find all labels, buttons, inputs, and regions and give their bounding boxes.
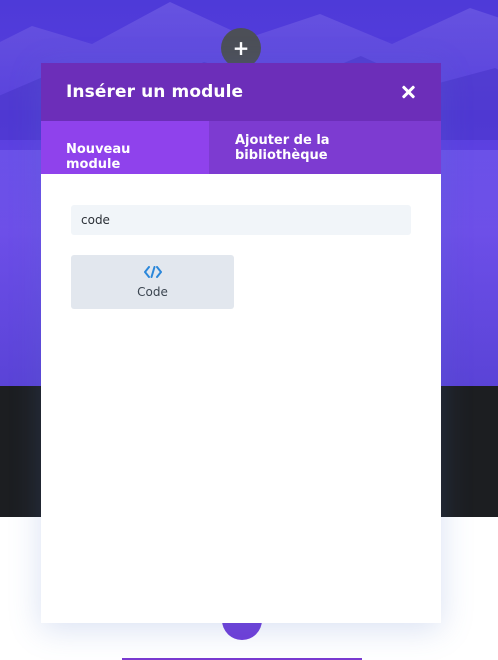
tab-new-module[interactable]: Nouveau module	[41, 121, 209, 174]
plus-icon: +	[232, 36, 250, 60]
tab-label: Nouveau module	[66, 141, 131, 172]
search-value: code	[81, 213, 110, 227]
dialog-title: Insérer un module	[66, 82, 244, 102]
module-search-input[interactable]: code	[71, 205, 411, 235]
module-label: Code	[137, 285, 168, 299]
code-icon	[143, 265, 162, 279]
insert-module-dialog: Insérer un module Nouveau module Ajouter…	[41, 63, 441, 623]
close-icon[interactable]	[400, 84, 416, 100]
add-section-button[interactable]: +	[221, 28, 261, 68]
dialog-header: Insérer un module	[41, 63, 441, 121]
module-card-code[interactable]: Code	[71, 255, 234, 309]
dialog-tabs: Nouveau module Ajouter de la bibliothèqu…	[41, 121, 441, 174]
tab-add-from-library[interactable]: Ajouter de la bibliothèque	[209, 121, 389, 174]
tab-label: Ajouter de la bibliothèque	[235, 132, 330, 163]
dialog-body: code Code	[41, 174, 441, 309]
